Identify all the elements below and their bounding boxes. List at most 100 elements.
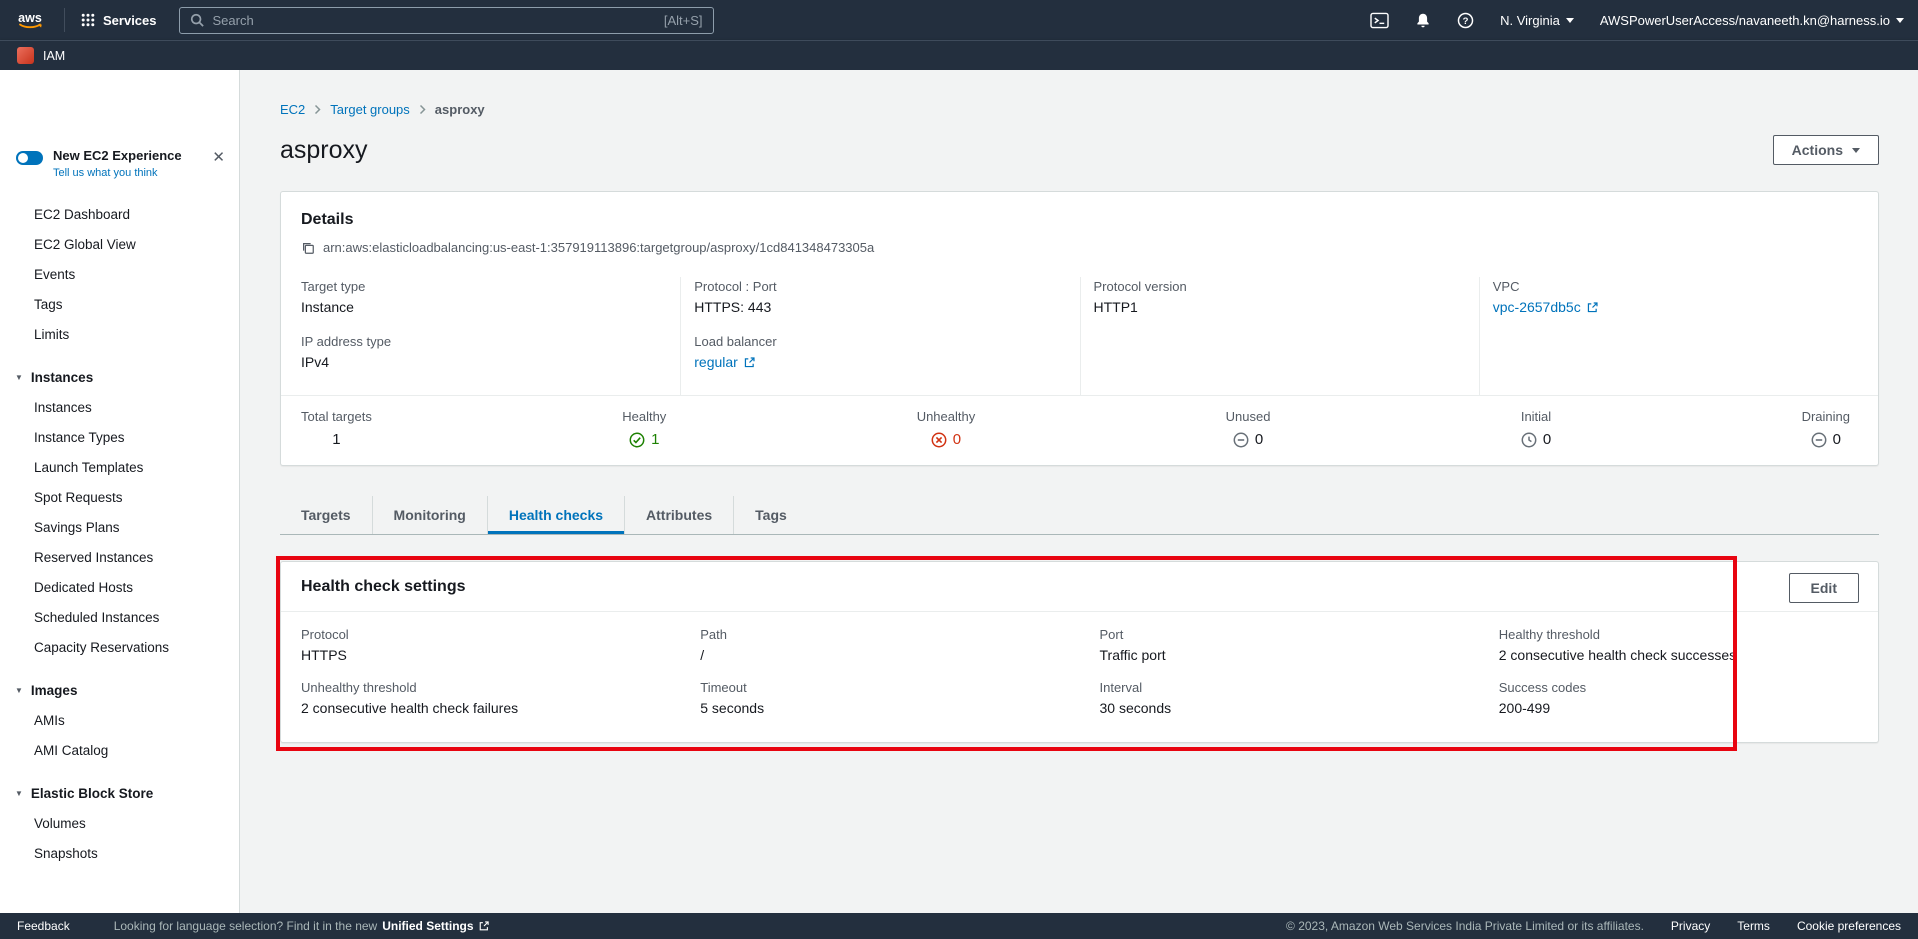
stat-label: Draining [1802,409,1850,424]
sidebar-item-instance-types[interactable]: Instance Types [0,422,239,452]
field-value: 2 consecutive health check failures [301,700,680,716]
breadcrumb-chevron-icon [314,104,321,115]
field-label: Protocol version [1094,279,1465,294]
account-menu[interactable]: AWSPowerUserAccess/navaneeth.kn@harness.… [1600,13,1904,28]
sidebar-section-elastic-block-store[interactable]: ▼Elastic Block Store [0,779,239,808]
minus-circle-icon [1233,432,1249,448]
tab-targets[interactable]: Targets [280,496,372,534]
health-field-protocol: ProtocolHTTPS [281,627,680,663]
stat-number: 1 [651,431,659,448]
search-shortcut-hint: [Alt+S] [664,13,703,28]
edit-button[interactable]: Edit [1789,573,1859,603]
sidebar-item-dedicated-hosts[interactable]: Dedicated Hosts [0,572,239,602]
breadcrumb-ec2[interactable]: EC2 [280,102,305,117]
field-label: VPC [1493,279,1864,294]
breadcrumb-chevron-icon [419,104,426,115]
footer-right-group: © 2023, Amazon Web Services India Privat… [1286,919,1901,933]
tab-health-checks[interactable]: Health checks [487,496,624,534]
field-label: IP address type [301,334,666,349]
sidebar-item-ec2-global-view[interactable]: EC2 Global View [0,229,239,259]
toggle-knob [18,153,28,163]
sidebar-section-images[interactable]: ▼Images [0,676,239,705]
nav-divider [64,8,65,32]
details-column: VPC vpc-2657db5c [1479,277,1878,395]
copy-arn-button[interactable] [301,241,315,255]
field-label: Load balancer [694,334,1065,349]
stat-number: 0 [953,431,961,448]
stat-number: 0 [1543,431,1551,448]
tab-attributes[interactable]: Attributes [624,496,733,534]
sidebar-item-events[interactable]: Events [0,259,239,289]
field-label: Path [700,627,1079,642]
cookie-preferences-link[interactable]: Cookie preferences [1797,919,1901,933]
sidebar-item-savings-plans[interactable]: Savings Plans [0,512,239,542]
stat-healthy: Healthy1 [622,409,666,448]
close-icon[interactable]: ✕ [212,150,225,165]
field-value: 2 consecutive health check successes [1499,647,1878,663]
sidebar-item-reserved-instances[interactable]: Reserved Instances [0,542,239,572]
sidebar-item-launch-templates[interactable]: Launch Templates [0,452,239,482]
services-label: Services [103,13,157,28]
sidebar-item-limits[interactable]: Limits [0,319,239,349]
health-field-port: Port Traffic port [1080,627,1479,663]
x-circle-icon [931,432,947,448]
sidebar-item-ami-catalog[interactable]: AMI Catalog [0,735,239,765]
search-icon [190,13,204,27]
sidebar-nav: EC2 DashboardEC2 Global ViewEventsTagsLi… [0,199,239,868]
stat-label: Unused [1226,409,1271,424]
experience-feedback-link[interactable]: Tell us what you think [53,167,202,179]
details-column: Target typeInstanceIP address typeIPv4 [281,277,680,395]
sidebar-item-ec2-dashboard[interactable]: EC2 Dashboard [0,199,239,229]
field-value: IPv4 [301,354,666,370]
field-label: Timeout [700,680,1079,695]
tab-monitoring[interactable]: Monitoring [372,496,487,534]
sidebar-item-capacity-reservations[interactable]: Capacity Reservations [0,632,239,662]
experience-text: New EC2 Experience Tell us what you thin… [53,148,202,179]
sidebar-item-amis[interactable]: AMIs [0,705,239,735]
field-label: Protocol [301,627,680,642]
chevron-down-icon [1852,148,1860,153]
field-value: HTTP1 [1094,299,1465,315]
field-label: Unhealthy threshold [301,680,680,695]
feedback-link[interactable]: Feedback [17,919,70,933]
experience-toggle[interactable] [16,151,43,165]
sidebar-item-snapshots[interactable]: Snapshots [0,838,239,868]
unified-settings-link[interactable]: Unified Settings [382,919,489,933]
aws-logo[interactable]: aws [14,9,46,31]
help-icon[interactable]: ? [1457,12,1474,29]
language-hint-text: Looking for language selection? Find it … [114,919,378,933]
sidebar-item-volumes[interactable]: Volumes [0,808,239,838]
stat-unused: Unused0 [1226,409,1271,448]
external-link-icon [743,356,756,369]
cloudshell-icon[interactable] [1370,12,1389,29]
minus-circle-icon [1811,432,1827,448]
terms-link[interactable]: Terms [1737,919,1770,933]
section-label: Elastic Block Store [31,786,153,801]
privacy-link[interactable]: Privacy [1671,919,1710,933]
health-check-section: Health check settings Edit ProtocolHTTPS… [280,561,1879,743]
favorite-iam-link[interactable]: IAM [43,49,65,63]
stat-total-targets: Total targets1 [301,409,372,448]
stat-value: 1 [301,431,372,448]
health-settings-header: Health check settings Edit [281,562,1878,611]
search-input[interactable]: Search [Alt+S] [179,7,714,34]
experience-title: New EC2 Experience [53,148,202,163]
actions-button[interactable]: Actions [1773,135,1879,165]
breadcrumb-target-groups[interactable]: Target groups [330,102,410,117]
tab-tags[interactable]: Tags [733,496,808,534]
sidebar-section-instances[interactable]: ▼Instances [0,363,239,392]
services-menu-button[interactable]: Services [75,9,163,32]
field-label: Port [1100,627,1479,642]
link-vpc-2657db5c[interactable]: vpc-2657db5c [1493,299,1864,315]
details-title: Details [301,211,1854,229]
sidebar-item-instances[interactable]: Instances [0,392,239,422]
notifications-bell-icon[interactable] [1415,12,1431,29]
link-regular[interactable]: regular [694,354,1065,370]
field-value: Traffic port [1100,647,1479,663]
field-value: Instance [301,299,666,315]
sidebar-item-scheduled-instances[interactable]: Scheduled Instances [0,602,239,632]
region-selector[interactable]: N. Virginia [1500,13,1574,28]
page-title: asproxy [280,136,368,165]
sidebar-item-tags[interactable]: Tags [0,289,239,319]
sidebar-item-spot-requests[interactable]: Spot Requests [0,482,239,512]
